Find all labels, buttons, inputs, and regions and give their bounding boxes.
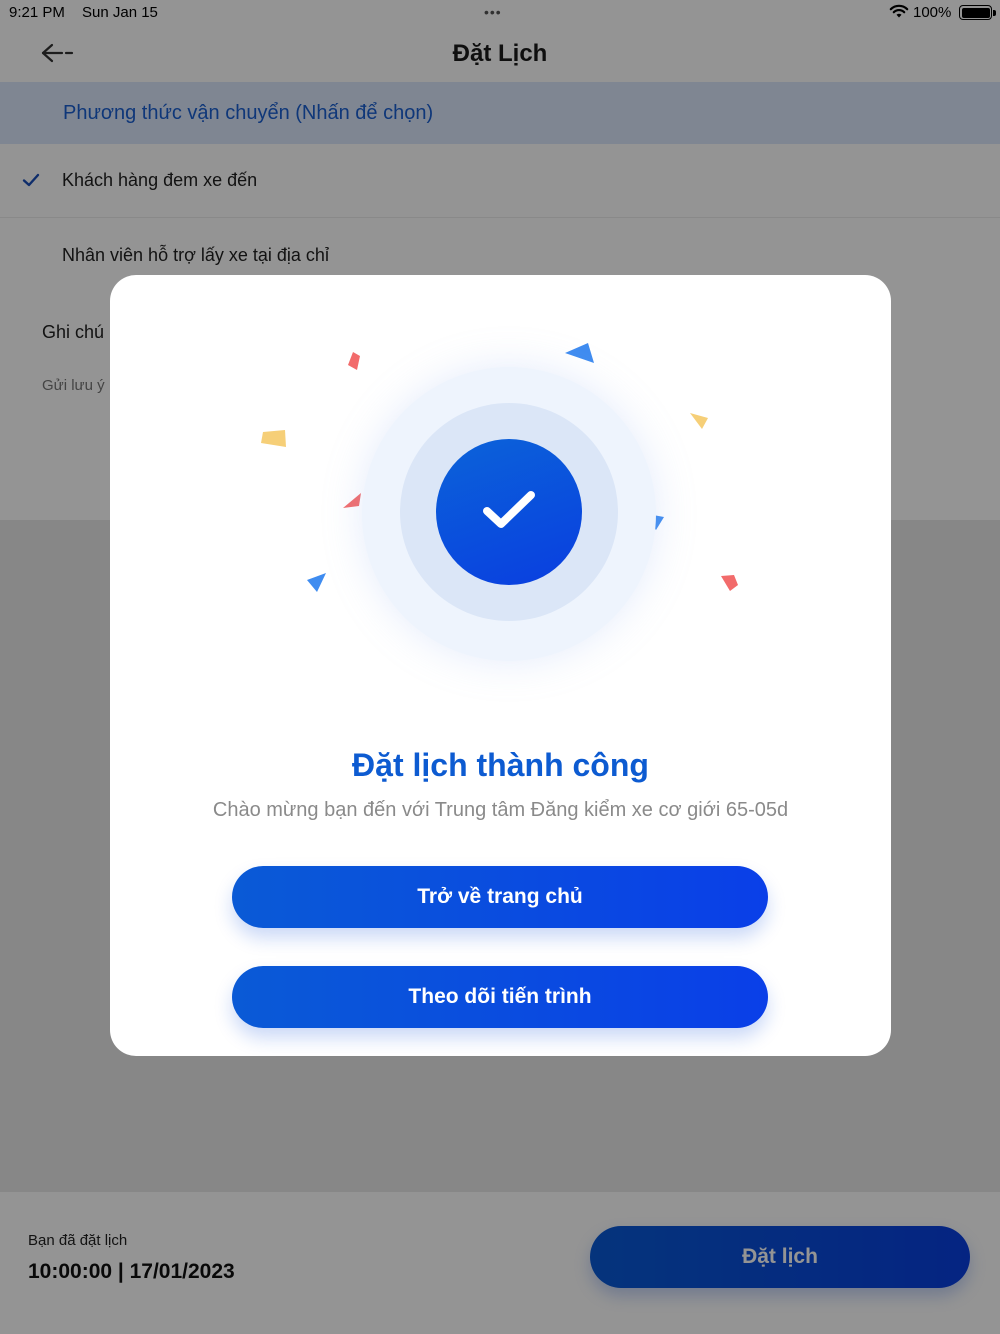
check-circle-icon	[436, 439, 582, 585]
modal-title: Đặt lịch thành công	[352, 747, 649, 783]
back-to-home-button[interactable]: Trở về trang chủ	[232, 866, 768, 928]
check-icon	[483, 491, 535, 528]
success-modal: Đặt lịch thành công Chào mừng bạn đến vớ…	[110, 275, 891, 1056]
track-progress-button[interactable]: Theo dõi tiến trình	[232, 966, 768, 1028]
modal-subtitle: Chào mừng bạn đến với Trung tâm Đăng kiể…	[212, 799, 789, 821]
